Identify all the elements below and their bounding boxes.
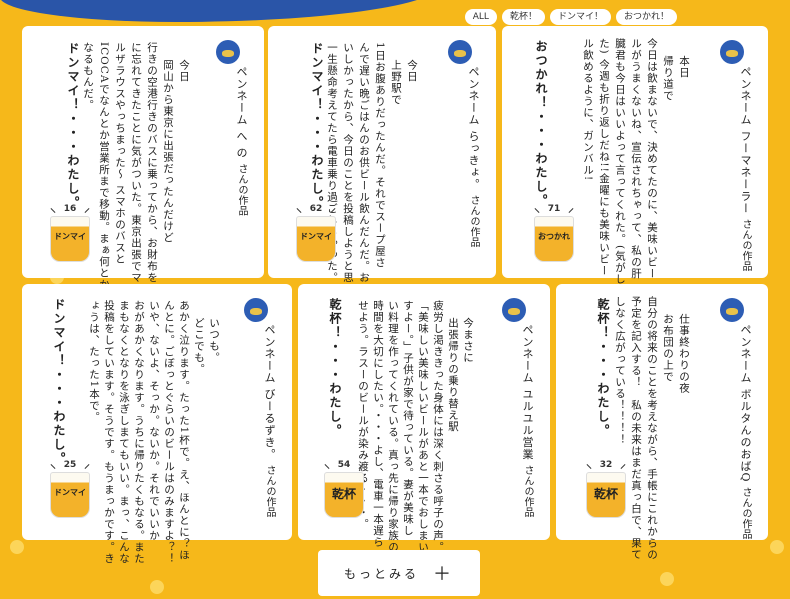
beer-glass-icon: ドンマイ (50, 472, 90, 518)
avatar (216, 40, 240, 64)
filter-all[interactable]: ALL (464, 9, 497, 25)
penname-value: ユルユル営業 (521, 388, 534, 461)
penname: ペンネーム びーるずき。 さんの作品 (263, 324, 276, 518)
avatar (720, 298, 744, 322)
penname: ペンネーム らっきょ。 さんの作品 (467, 66, 480, 248)
post-sign: ドンマイ！・・・わたし。 (52, 298, 66, 466)
penname: ペンネーム へ の さんの作品 (235, 66, 248, 216)
beer-button[interactable]: 71 おつかれ (534, 204, 574, 262)
load-more-label: もっとみる (343, 566, 419, 581)
avatar (720, 40, 744, 64)
post-sign: ドンマイ！・・・わたし。 (66, 42, 80, 210)
bg-dot (660, 572, 674, 586)
beer-glass-icon: ドンマイ (50, 216, 90, 262)
beer-count: 32 (586, 460, 626, 470)
beer-glass-icon: 乾杯 (324, 472, 364, 518)
penname: ペンネーム ボルタんのおばQ さんの作品 (739, 324, 752, 540)
beer-count: 25 (50, 460, 90, 470)
post-sign: 乾杯！・・・わたし。 (328, 298, 342, 438)
header-decoration (0, 0, 440, 22)
beer-button[interactable]: 25 ドンマイ (50, 460, 90, 518)
post-card[interactable]: ペンネーム びーるずき。 さんの作品 いつも。 どこでも。 あかく泣ります。たっ… (22, 284, 292, 565)
category-filters: ALL 乾杯！ ドンマイ！ おつかれ！ (464, 9, 677, 25)
post-card[interactable]: ペンネーム ボルタんのおばQ さんの作品 仕事終わりの夜 お布団の上で 自分の将… (556, 284, 768, 561)
beer-button[interactable]: 16 ドンマイ (50, 204, 90, 262)
avatar (448, 40, 472, 64)
bg-dot (150, 580, 164, 594)
penname-value: びーるずき。 (263, 388, 276, 461)
bg-dot (10, 540, 24, 554)
penname-value: らっきょ。 (467, 130, 480, 191)
plus-icon: ＋ (433, 564, 454, 585)
penname: ペンネーム ユルユル営業 さんの作品 (521, 324, 534, 518)
beer-button[interactable]: 54 乾杯 (324, 460, 364, 518)
post-card[interactable]: ペンネーム へ の さんの作品 今日 岡山から東京に出張だったんだけど 行きの空… (22, 26, 264, 307)
beer-button[interactable]: 32 乾杯 (586, 460, 626, 518)
beer-glass-icon: おつかれ (534, 216, 574, 262)
beer-count: 16 (50, 204, 90, 214)
post-card[interactable]: ペンネーム ユルユル営業 さんの作品 今まさに 出張帰りの乗り替え駅 疲労し渇き… (298, 284, 550, 565)
post-sign: 乾杯！・・・わたし。 (596, 298, 610, 438)
post-body: 本日 帰り道で 今日は飲まないで、決めてたのに、美味いビー ルがうまくないね、宣… (582, 38, 690, 285)
avatar (244, 298, 268, 322)
beer-glass-icon: ドンマイ (296, 216, 336, 262)
bg-dot (770, 540, 784, 554)
penname-value: フーマネーラー (739, 130, 752, 215)
penname: ペンネーム フーマネーラー さんの作品 (739, 66, 752, 272)
post-card[interactable]: ペンネーム らっきょ。 さんの作品 今日 上野駅で 1日お腹ありだったんだ。それ… (268, 26, 496, 307)
beer-count: 54 (324, 460, 364, 470)
beer-count: 62 (296, 204, 336, 214)
beer-button[interactable]: 62 ドンマイ (296, 204, 336, 262)
avatar (502, 298, 526, 322)
filter-donmai[interactable]: ドンマイ！ (549, 9, 611, 25)
penname-value: ボルタんのおばQ (739, 388, 752, 483)
filter-otsukare[interactable]: おつかれ！ (615, 9, 677, 25)
load-more-button[interactable]: もっとみる ＋ (318, 550, 480, 596)
penname-value: へ の (235, 130, 248, 160)
post-card[interactable]: ペンネーム フーマネーラー さんの作品 本日 帰り道で 今日は飲まないで、決めて… (502, 26, 768, 285)
filter-kanpai[interactable]: 乾杯！ (501, 9, 545, 25)
post-sign: おつかれ！・・・わたし。 (534, 40, 548, 208)
post-sign: ドンマイ！・・・わたし。 (310, 42, 324, 210)
beer-count: 71 (534, 204, 574, 214)
beer-glass-icon: 乾杯 (586, 472, 626, 518)
post-body: いつも。 どこでも。 あかく泣ります。たった1杯で。え、ほんとに？ほ んとに。ご… (88, 300, 220, 565)
